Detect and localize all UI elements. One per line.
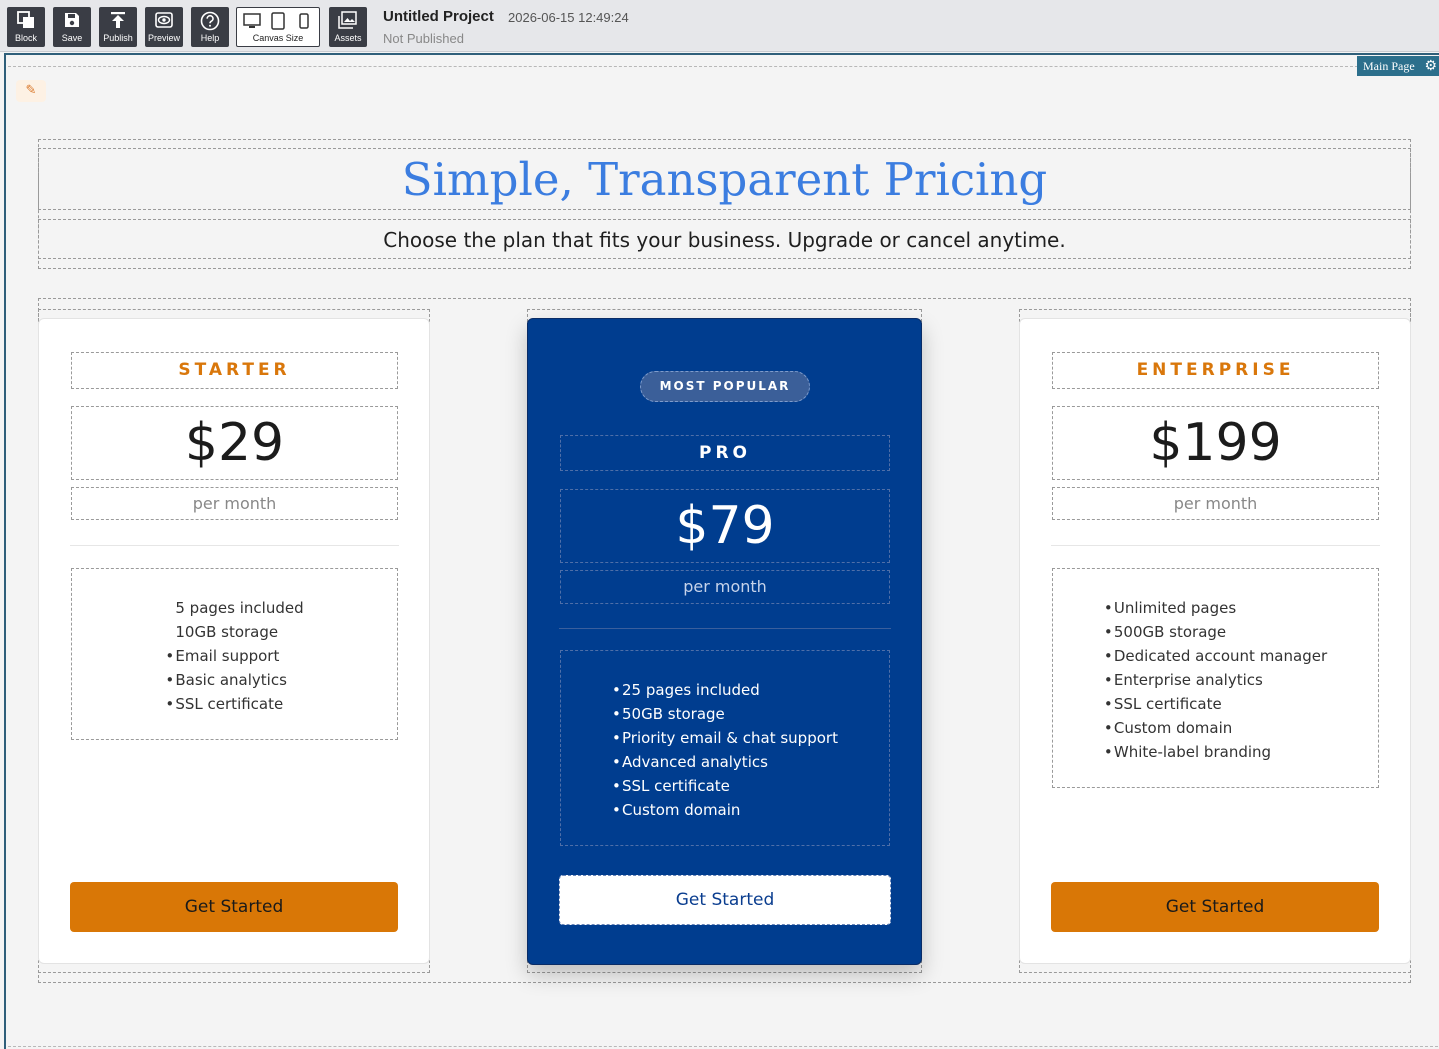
divider	[1051, 545, 1380, 546]
plan-price: $29	[71, 406, 398, 480]
get-started-button[interactable]: Get Started	[1051, 882, 1379, 932]
canvas-size-control: Canvas Size	[236, 7, 320, 47]
feature-item: •SSL certificate	[612, 777, 730, 795]
get-started-button[interactable]: Get Started	[559, 875, 891, 925]
canvas-size-label: Canvas Size	[252, 33, 304, 43]
question-icon	[191, 7, 229, 33]
canvas-outline-bottom	[8, 1046, 1438, 1047]
plan-price: $199	[1052, 406, 1379, 480]
feature-item: 5 pages included	[175, 599, 304, 617]
assets-label: Assets	[334, 33, 362, 43]
pricing-card-starter[interactable]: STARTER $29 per month 5 pages included 1…	[38, 318, 430, 964]
feature-item: •Custom domain	[1103, 719, 1233, 737]
preview-label: Preview	[147, 33, 180, 43]
plan-name: PRO	[560, 435, 890, 471]
device-switcher	[237, 12, 319, 32]
publish-status: Not Published	[383, 31, 464, 46]
publish-button[interactable]: Publish	[99, 7, 137, 47]
save-button[interactable]: Save	[53, 7, 91, 47]
feature-item: •50GB storage	[612, 705, 725, 723]
editor-toolbar: Block Save Publish Preview Help Canvas S…	[0, 0, 1439, 52]
block-label: Block	[14, 33, 37, 43]
plan-period: per month	[560, 570, 890, 604]
plan-name: STARTER	[71, 352, 398, 389]
divider	[70, 545, 399, 546]
desktop-icon[interactable]	[243, 13, 261, 28]
magic-wand-icon[interactable]: ✎	[16, 80, 46, 102]
plan-period: per month	[71, 487, 398, 520]
image-gallery-icon	[329, 7, 367, 33]
plan-price: $79	[560, 489, 890, 563]
feature-list: •Unlimited pages •500GB storage •Dedicat…	[1052, 568, 1379, 788]
feature-item: 10GB storage	[175, 623, 279, 641]
divider	[559, 628, 891, 629]
tablet-icon[interactable]	[271, 12, 285, 30]
plan-period: per month	[1052, 487, 1379, 520]
feature-item: •Email support	[165, 647, 280, 665]
feature-item: •500GB storage	[1103, 623, 1227, 641]
feature-list: •25 pages included •50GB storage •Priori…	[560, 650, 890, 846]
feature-item: •Unlimited pages	[1103, 599, 1237, 617]
project-title: Untitled Project	[383, 8, 494, 25]
page-selector[interactable]: Main Page ⚙	[1357, 56, 1439, 76]
project-timestamp: 2026-06-15 12:49:24	[508, 10, 629, 25]
page-title: Simple, Transparent Pricing	[401, 153, 1048, 206]
page-name: Main Page	[1363, 59, 1415, 73]
feature-item: •25 pages included	[612, 681, 760, 699]
save-icon	[53, 7, 91, 33]
block-button[interactable]: Block	[7, 7, 45, 47]
page-subtitle: Choose the plan that fits your business.…	[383, 228, 1066, 252]
pricing-card-pro[interactable]: MOST POPULAR PRO $79 per month •25 pages…	[527, 318, 922, 965]
upload-icon	[99, 7, 137, 33]
canvas-outline	[8, 66, 1358, 67]
feature-item: •White-label branding	[1103, 743, 1272, 761]
preview-button[interactable]: Preview	[145, 7, 183, 47]
save-label: Save	[61, 33, 83, 43]
mobile-icon[interactable]	[299, 13, 309, 29]
feature-item: •Dedicated account manager	[1103, 647, 1328, 665]
hero-subtitle-block[interactable]: Choose the plan that fits your business.…	[38, 219, 1411, 259]
pricing-card-enterprise[interactable]: ENTERPRISE $199 per month •Unlimited pag…	[1019, 318, 1411, 964]
block-icon	[7, 7, 45, 33]
feature-item: •Custom domain	[612, 801, 741, 819]
help-button[interactable]: Help	[191, 7, 229, 47]
eye-icon	[145, 7, 183, 33]
assets-button[interactable]: Assets	[329, 7, 367, 47]
feature-item: •Advanced analytics	[612, 753, 768, 771]
publish-label: Publish	[103, 33, 133, 43]
gear-icon[interactable]: ⚙	[1424, 57, 1437, 77]
plan-name: ENTERPRISE	[1052, 352, 1379, 389]
get-started-button[interactable]: Get Started	[70, 882, 398, 932]
feature-item: •Priority email & chat support	[612, 729, 838, 747]
help-label: Help	[200, 33, 220, 43]
feature-item: •SSL certificate	[1103, 695, 1222, 713]
feature-item: •Enterprise analytics	[1103, 671, 1263, 689]
feature-item: •Basic analytics	[165, 671, 287, 689]
feature-list: 5 pages included 10GB storage •Email sup…	[71, 568, 398, 740]
feature-item: •SSL certificate	[165, 695, 284, 713]
hero-title-block[interactable]: Simple, Transparent Pricing	[38, 148, 1411, 210]
most-popular-badge: MOST POPULAR	[640, 371, 810, 402]
